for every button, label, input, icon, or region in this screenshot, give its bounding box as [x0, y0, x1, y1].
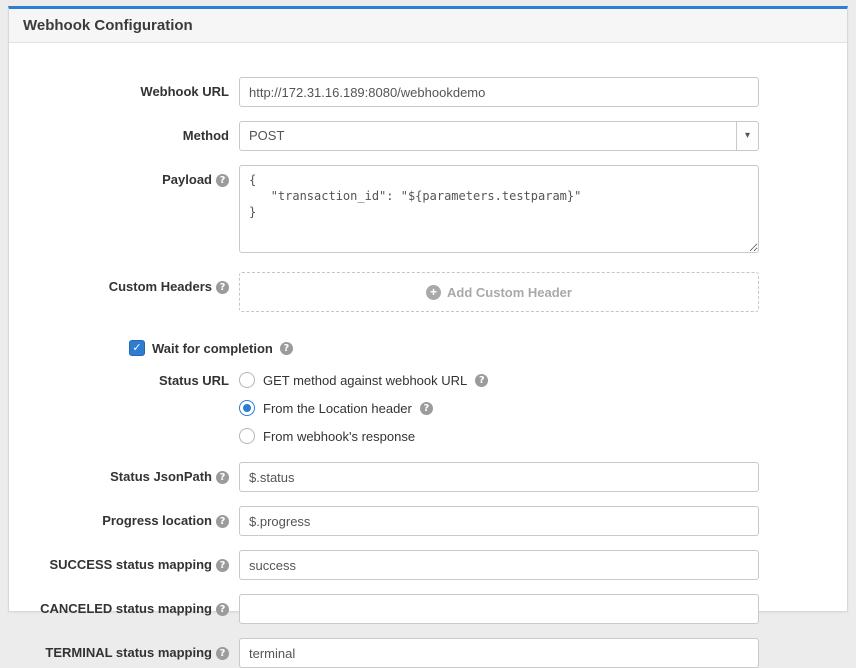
radio-option-webhook-response[interactable]: From webhook's response [239, 428, 759, 444]
canceled-mapping-label: CANCELED status mapping [40, 601, 212, 616]
help-icon[interactable]: ? [216, 515, 229, 528]
success-mapping-label: SUCCESS status mapping [49, 557, 212, 572]
status-jsonpath-label: Status JsonPath [110, 469, 212, 484]
radio-selected-icon[interactable] [239, 400, 255, 416]
wait-for-completion-row: ✓ Wait for completion? [129, 340, 847, 356]
help-icon[interactable]: ? [420, 402, 433, 415]
radio-option-get-method[interactable]: GET method against webhook URL? [239, 372, 759, 388]
progress-location-label: Progress location [102, 513, 212, 528]
payload-row: Payload? { "transaction_id": "${paramete… [9, 165, 847, 258]
wait-for-completion-label: Wait for completion [152, 341, 273, 356]
progress-location-row: Progress location? [9, 506, 847, 536]
help-icon[interactable]: ? [216, 471, 229, 484]
help-icon[interactable]: ? [216, 559, 229, 572]
help-icon[interactable]: ? [280, 342, 293, 355]
radio-option-label: From the Location header [263, 401, 412, 416]
panel-title: Webhook Configuration [9, 9, 847, 43]
terminal-mapping-label: TERMINAL status mapping [45, 645, 212, 660]
status-jsonpath-row: Status JsonPath? [9, 462, 847, 492]
add-custom-header-label: Add Custom Header [447, 285, 572, 300]
radio-option-location-header[interactable]: From the Location header? [239, 400, 759, 416]
plus-icon: + [426, 285, 441, 300]
custom-headers-row: Custom Headers? + Add Custom Header [9, 272, 847, 312]
status-url-row: Status URL GET method against webhook UR… [9, 372, 847, 448]
help-icon[interactable]: ? [475, 374, 488, 387]
success-mapping-row: SUCCESS status mapping? [9, 550, 847, 580]
radio-unselected-icon[interactable] [239, 372, 255, 388]
status-url-label: Status URL [9, 372, 239, 388]
webhook-configuration-panel: Webhook Configuration Webhook URL Method… [8, 6, 848, 612]
method-selected-value: POST [249, 128, 284, 143]
help-icon[interactable]: ? [216, 647, 229, 660]
payload-textarea[interactable]: { "transaction_id": "${parameters.testpa… [239, 165, 759, 253]
radio-option-label: From webhook's response [263, 429, 415, 444]
help-icon[interactable]: ? [216, 174, 229, 187]
method-row: Method POST ▾ [9, 121, 847, 151]
chevron-down-icon[interactable]: ▾ [736, 122, 758, 150]
method-select[interactable]: POST ▾ [239, 121, 759, 151]
status-jsonpath-input[interactable] [239, 462, 759, 492]
add-custom-header-button[interactable]: + Add Custom Header [239, 272, 759, 312]
terminal-mapping-input[interactable] [239, 638, 759, 668]
webhook-form: Webhook URL Method POST ▾ Payload? { "tr… [9, 43, 847, 668]
radio-option-label: GET method against webhook URL [263, 373, 467, 388]
custom-headers-label: Custom Headers [109, 279, 212, 294]
webhook-url-label: Webhook URL [9, 77, 239, 99]
webhook-url-row: Webhook URL [9, 77, 847, 107]
success-mapping-input[interactable] [239, 550, 759, 580]
webhook-url-input[interactable] [239, 77, 759, 107]
help-icon[interactable]: ? [216, 603, 229, 616]
payload-label: Payload [162, 172, 212, 187]
method-label: Method [9, 121, 239, 143]
help-icon[interactable]: ? [216, 281, 229, 294]
wait-for-completion-checkbox[interactable]: ✓ [129, 340, 145, 356]
progress-location-input[interactable] [239, 506, 759, 536]
terminal-mapping-row: TERMINAL status mapping? [9, 638, 847, 668]
radio-unselected-icon[interactable] [239, 428, 255, 444]
